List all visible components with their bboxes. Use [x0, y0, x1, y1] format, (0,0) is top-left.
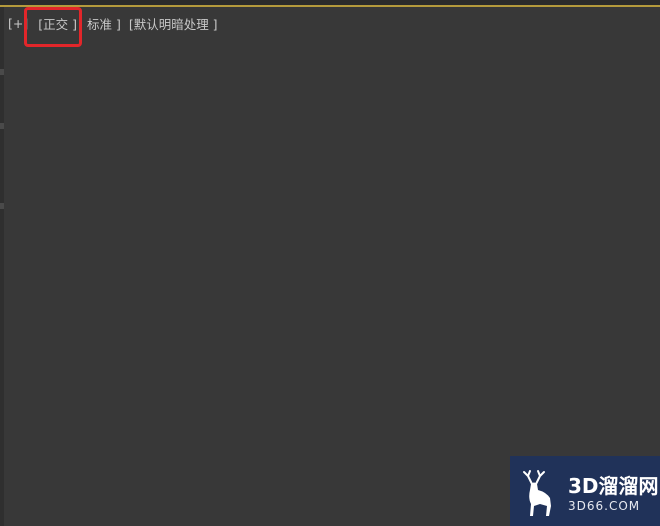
edge-tick: [0, 203, 4, 209]
active-viewport-accent: [0, 5, 660, 7]
left-panel-edge: [0, 7, 4, 526]
viewport[interactable]: [+] [正交 ] 标准 ] [默认明暗处理 ] 3D溜溜网 3D66.COM: [0, 0, 660, 526]
deer-logo-icon: [523, 470, 551, 516]
watermark-brand-en: 3D66.COM: [568, 499, 641, 513]
viewport-lighting-label[interactable]: [默认明暗处理 ]: [129, 14, 218, 33]
edge-tick: [0, 69, 4, 75]
viewport-shading-label[interactable]: 标准 ]: [87, 14, 121, 33]
viewport-top-border: [0, 0, 660, 7]
highlight-annotation-box: [24, 7, 82, 47]
watermark-brand-cn: 3D溜溜网: [568, 474, 659, 498]
watermark-badge: 3D溜溜网 3D66.COM: [510, 456, 660, 526]
edge-tick: [0, 123, 4, 129]
